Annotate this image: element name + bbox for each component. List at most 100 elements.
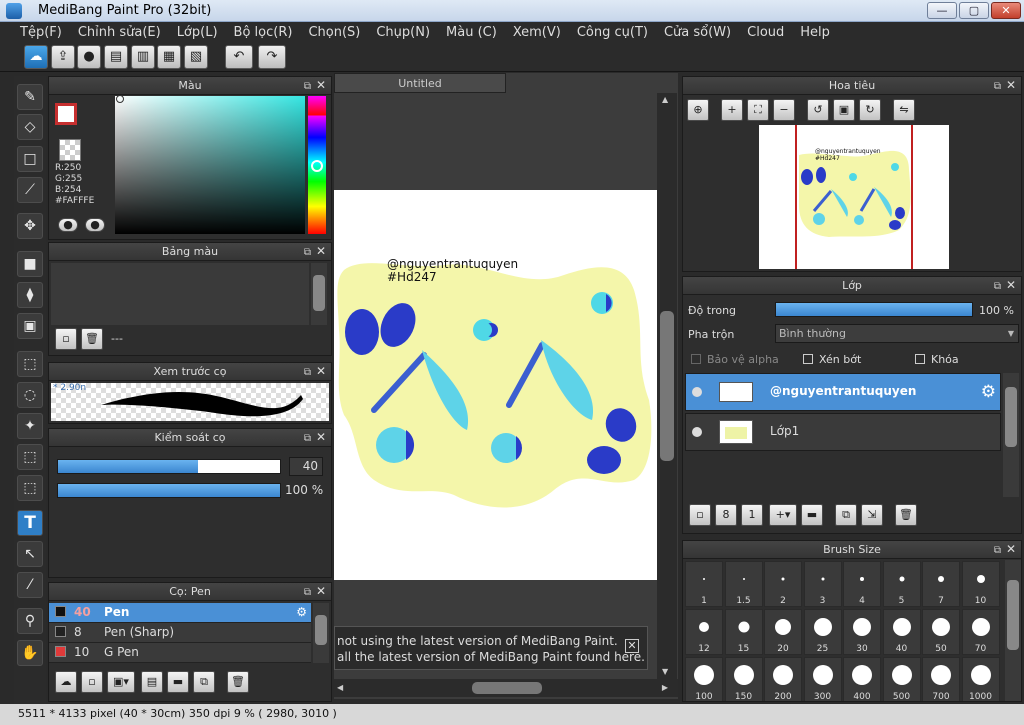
add-brush-menu-icon[interactable]: ▣▾ xyxy=(107,671,135,693)
brush-size-cell[interactable]: 3 xyxy=(803,561,842,607)
new-folder-icon[interactable]: ▬ xyxy=(801,504,823,526)
clip-checkbox[interactable]: Xén bớt xyxy=(803,353,861,366)
brush-size-cell[interactable]: 100 xyxy=(685,657,723,701)
color-picker-cursor[interactable] xyxy=(116,95,124,103)
brush-size-cell[interactable]: 4 xyxy=(843,561,881,607)
eyedropper-tool-icon[interactable]: ⚲ xyxy=(17,608,43,634)
brush-settings-icon[interactable]: ▤ xyxy=(141,671,163,693)
brush-item-pen[interactable]: 40 Pen ⚙ xyxy=(49,603,311,623)
zoom-out-icon[interactable]: − xyxy=(773,99,795,121)
float-icon[interactable]: ⧉ xyxy=(304,364,311,381)
scroll-right-icon[interactable]: ▶ xyxy=(662,683,668,692)
menu-filter[interactable]: Bộ lọc(R) xyxy=(234,25,293,40)
canvas-horizontal-scrollbar[interactable]: ◀ ▶ xyxy=(334,679,678,697)
brush-size-cell[interactable]: 2 xyxy=(764,561,802,607)
horizontal-scroll-thumb[interactable] xyxy=(472,682,542,694)
float-icon[interactable]: ⧉ xyxy=(304,584,311,601)
float-icon[interactable]: ⧉ xyxy=(994,542,1001,559)
fit-icon[interactable]: ⛶ xyxy=(747,99,769,121)
minimize-button[interactable]: — xyxy=(927,2,957,19)
palette-add-icon[interactable]: ● xyxy=(58,218,78,232)
brush-size-cell[interactable]: 1.5 xyxy=(724,561,763,607)
move-tool-icon[interactable]: ✥ xyxy=(17,213,43,239)
select-tool-icon[interactable]: ⬚ xyxy=(17,351,43,377)
brush-size-cell[interactable]: 400 xyxy=(843,657,881,701)
delete-palette-icon[interactable]: 🗑 xyxy=(81,328,103,350)
rectangle-tool-icon[interactable]: □ xyxy=(17,146,43,172)
operation-tool-icon[interactable]: ↖ xyxy=(17,541,43,567)
brush-item-pen-sharp[interactable]: 8 Pen (Sharp) xyxy=(49,623,311,643)
brush-size-cell[interactable]: 50 xyxy=(922,609,960,655)
lock-checkbox[interactable]: Khóa xyxy=(915,353,959,366)
brush-list-scrollbar[interactable] xyxy=(313,603,329,663)
duplicate-brush-icon[interactable]: ⧉ xyxy=(193,671,215,693)
brush-size-cell[interactable]: 1 xyxy=(685,561,723,607)
text-tool-icon[interactable]: T xyxy=(17,510,43,536)
update-notice[interactable]: not using the latest version of MediBang… xyxy=(334,626,648,670)
menu-help[interactable]: Help xyxy=(800,25,830,40)
layer-row[interactable]: Lớp1 xyxy=(685,413,1001,451)
navigator-thumbnail[interactable]: @nguyentrantuquyen #Hd247 xyxy=(759,125,949,269)
brush-size-cell[interactable]: 70 xyxy=(961,609,1000,655)
cloud-brush-icon[interactable]: ☁ xyxy=(55,671,77,693)
foreground-swatch[interactable] xyxy=(55,103,77,125)
layer-row-selected[interactable]: @nguyentrantuquyen ⚙ xyxy=(685,373,1001,411)
actual-size-icon[interactable]: ▣ xyxy=(833,99,855,121)
brush-size-cell[interactable]: 7 xyxy=(922,561,960,607)
close-icon[interactable]: ✕ xyxy=(316,77,326,94)
menu-layer[interactable]: Lớp(L) xyxy=(177,25,218,40)
brush-size-cell[interactable]: 25 xyxy=(803,609,842,655)
palette-scrollbar[interactable] xyxy=(311,263,327,325)
brush-item-g-pen[interactable]: 10 G Pen xyxy=(49,643,311,663)
canvas-vertical-scrollbar[interactable]: ▲ ▼ xyxy=(657,93,677,680)
float-icon[interactable]: ⧉ xyxy=(994,78,1001,95)
merge-layer-icon[interactable]: ⇲ xyxy=(861,504,883,526)
close-icon[interactable]: ✕ xyxy=(316,583,326,600)
protect-alpha-checkbox[interactable]: Bảo vệ alpha xyxy=(691,353,779,366)
new-layer-icon[interactable]: ▫ xyxy=(689,504,711,526)
scroll-left-icon[interactable]: ◀ xyxy=(337,683,343,692)
duplicate-layer-icon[interactable]: ⧉ xyxy=(835,504,857,526)
fill-rect-tool-icon[interactable]: ■ xyxy=(17,251,43,277)
brush-size-cell[interactable]: 30 xyxy=(843,609,881,655)
brush-size-cell[interactable]: 150 xyxy=(724,657,763,701)
menu-snap[interactable]: Chụp(N) xyxy=(376,25,430,40)
brush-tool-icon[interactable]: ✎ xyxy=(17,84,43,110)
close-icon[interactable]: ✕ xyxy=(1006,277,1016,294)
float-icon[interactable]: ⧉ xyxy=(994,278,1001,295)
bucket-tool-icon[interactable]: ⧫ xyxy=(17,282,43,308)
brush-size-cell[interactable]: 40 xyxy=(882,609,921,655)
select-eraser-tool-icon[interactable]: ⬚ xyxy=(17,475,43,501)
notice-close-button[interactable]: ✕ xyxy=(625,639,639,653)
undo-icon[interactable]: ↶ xyxy=(225,45,253,69)
scroll-up-icon[interactable]: ▲ xyxy=(662,95,668,104)
rotate-right-icon[interactable]: ↻ xyxy=(859,99,881,121)
float-icon[interactable]: ⧉ xyxy=(304,430,311,447)
layer-visibility-icon[interactable] xyxy=(692,387,702,397)
gradient-tool-icon[interactable]: ▣ xyxy=(17,313,43,339)
palette-remove-icon[interactable]: ● xyxy=(85,218,105,232)
lasso-tool-icon[interactable]: ◌ xyxy=(17,382,43,408)
close-icon[interactable]: ✕ xyxy=(316,243,326,260)
new-palette-icon[interactable]: ▫ xyxy=(55,328,77,350)
new-brush-icon[interactable]: ▫ xyxy=(81,671,103,693)
brush-size-cell[interactable]: 15 xyxy=(724,609,763,655)
page-icon[interactable]: ▥ xyxy=(131,45,155,69)
brush-size-cell[interactable]: 700 xyxy=(922,657,960,701)
delete-brush-icon[interactable]: 🗑 xyxy=(227,671,249,693)
brush-size-cell[interactable]: 500 xyxy=(882,657,921,701)
brush-size-cell[interactable]: 5 xyxy=(882,561,921,607)
blend-mode-select[interactable]: Bình thường ▼ xyxy=(775,324,1019,343)
zoom-in-icon[interactable]: + xyxy=(721,99,743,121)
menu-file[interactable]: Tệp(F) xyxy=(20,25,62,40)
rotate-left-icon[interactable]: ↺ xyxy=(807,99,829,121)
cloud-icon[interactable]: ☁ xyxy=(24,45,48,69)
brush-size-cell[interactable]: 12 xyxy=(685,609,723,655)
brush-size-cell[interactable]: 1000 xyxy=(961,657,1000,701)
eraser-tool-icon[interactable]: ◇ xyxy=(17,114,43,140)
tile-icon[interactable]: ▦ xyxy=(157,45,181,69)
close-icon[interactable]: ✕ xyxy=(1006,541,1016,558)
check-list-icon[interactable]: ▧ xyxy=(184,45,208,69)
redo-icon[interactable]: ↷ xyxy=(258,45,286,69)
hue-cursor[interactable] xyxy=(311,160,323,172)
